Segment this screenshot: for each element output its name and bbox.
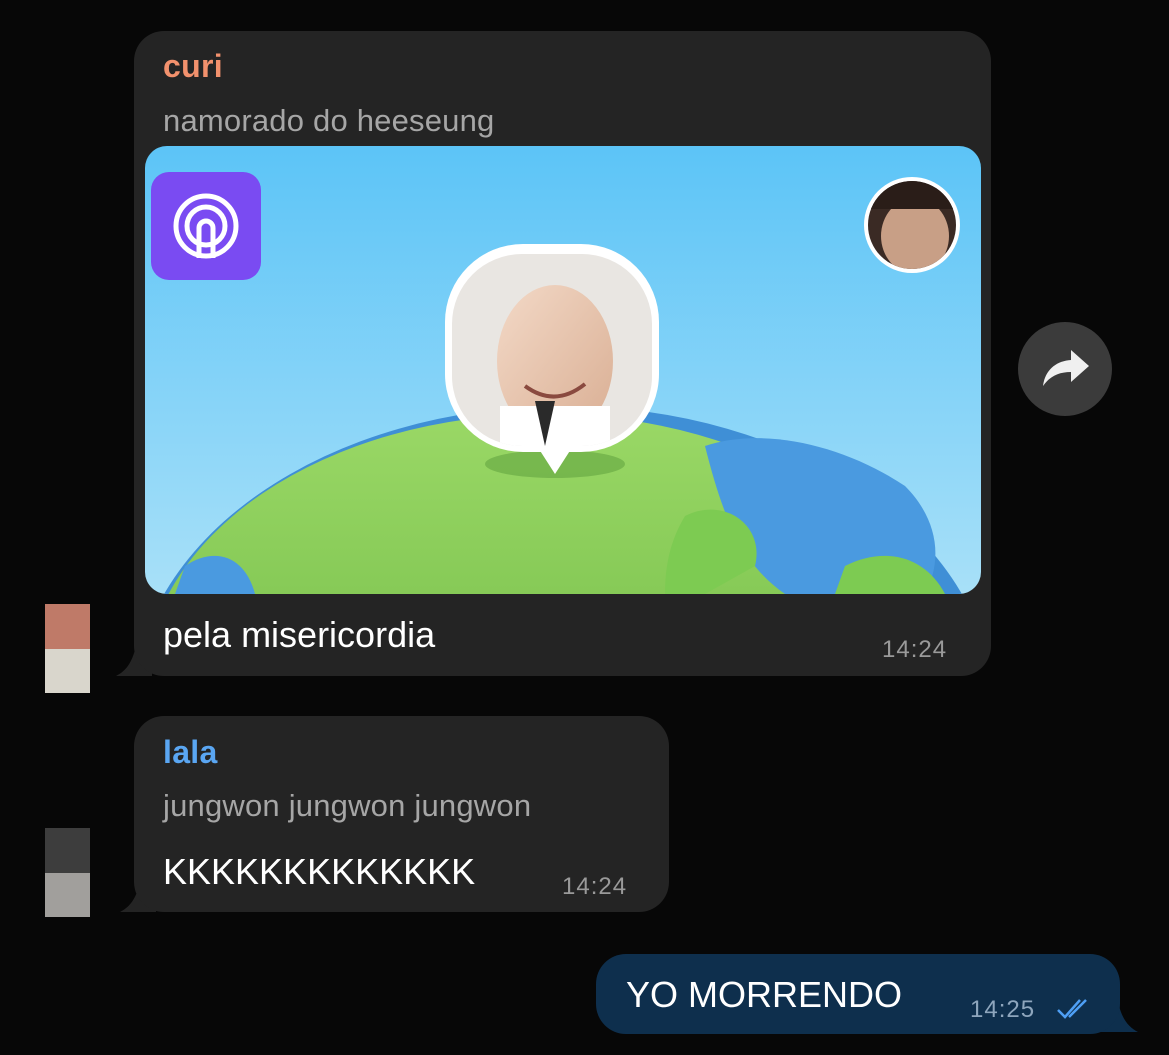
double-check-icon <box>1057 999 1087 1019</box>
media-preview[interactable] <box>145 146 981 594</box>
avatar[interactable] <box>45 828 90 917</box>
life360-app-icon <box>151 172 261 280</box>
avatar[interactable] <box>45 604 90 693</box>
sender-subtitle: jungwon jungwon jungwon <box>163 788 532 823</box>
location-share-image <box>145 146 981 594</box>
message-time: 14:24 <box>562 873 628 900</box>
outgoing-message-text: YO MORRENDO <box>626 974 903 1015</box>
message-text: KKKKKKKKKKKKK <box>163 851 476 892</box>
message-text: pela misericordia <box>163 614 436 655</box>
sender-name[interactable]: curi <box>163 48 223 85</box>
sender-subtitle: namorado do heeseung <box>163 103 495 138</box>
share-arrow-icon <box>1043 350 1089 386</box>
message-time: 14:24 <box>882 636 948 663</box>
outgoing-message-time: 14:25 <box>970 996 1036 1023</box>
forward-button[interactable] <box>1018 322 1112 416</box>
sender-name[interactable]: lala <box>163 734 218 771</box>
